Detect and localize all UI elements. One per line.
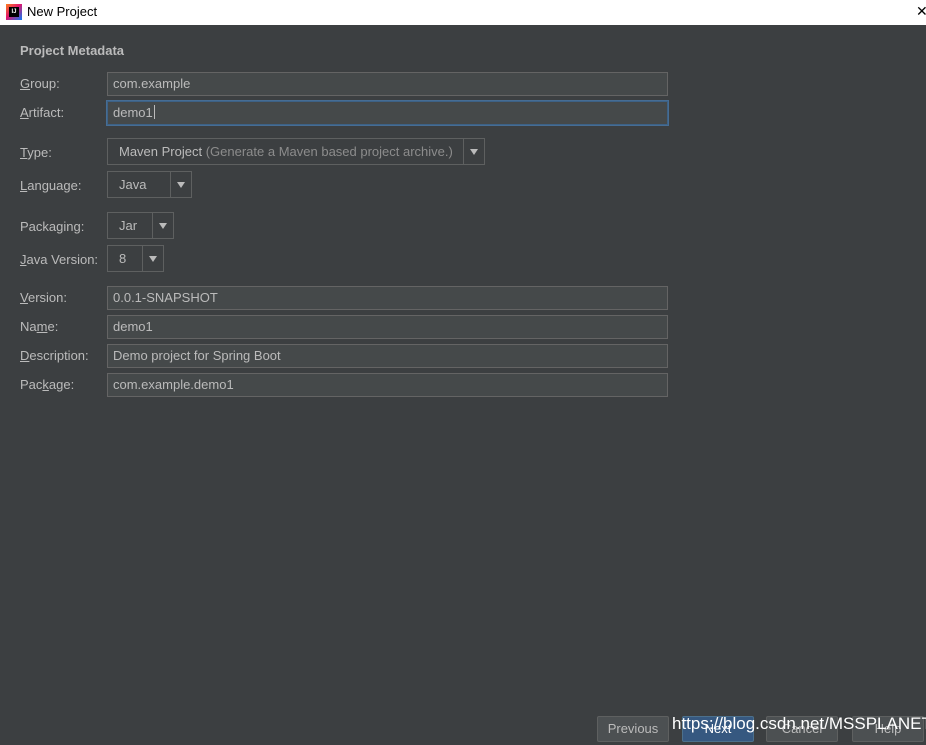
name-label: Name:: [20, 319, 59, 334]
watermark: https://blog.csdn.net/MSSPLANET: [672, 714, 926, 733]
language-label: Language:: [20, 178, 82, 193]
package-field[interactable]: com.example.demo1: [107, 373, 668, 397]
packaging-label: Packaging:: [20, 219, 85, 234]
intellij-icon: IJ: [6, 4, 22, 20]
version-label: Version:: [20, 290, 67, 305]
artifact-field[interactable]: demo1: [107, 101, 668, 125]
name-field[interactable]: demo1: [107, 315, 668, 339]
previous-button[interactable]: Previous: [597, 716, 669, 742]
text-caret: [153, 105, 155, 119]
group-label: Group:: [20, 76, 60, 91]
section-title: Project Metadata: [20, 43, 125, 58]
artifact-label: Artifact:: [20, 105, 65, 120]
java-version-select[interactable]: 8: [107, 245, 164, 272]
package-label: Package:: [20, 377, 75, 392]
window-title: New Project: [27, 4, 98, 19]
description-field[interactable]: Demo project for Spring Boot: [107, 344, 668, 368]
close-icon[interactable]: ✕: [916, 0, 926, 25]
title-bar: IJ New Project ✕: [0, 0, 926, 25]
java-version-label: Java Version:: [20, 252, 99, 267]
type-label: Type:: [20, 145, 52, 160]
description-label: Description:: [20, 348, 89, 363]
chevron-down-icon[interactable]: [170, 172, 191, 197]
packaging-select[interactable]: Jar: [107, 212, 174, 239]
chevron-down-icon[interactable]: [152, 213, 173, 238]
type-select[interactable]: Maven Project (Generate a Maven based pr…: [107, 138, 485, 165]
chevron-down-icon[interactable]: [463, 139, 484, 164]
chevron-down-icon[interactable]: [142, 246, 163, 271]
group-field[interactable]: com.example: [107, 72, 668, 96]
version-field[interactable]: 0.0.1-SNAPSHOT: [107, 286, 668, 310]
language-select[interactable]: Java: [107, 171, 192, 198]
